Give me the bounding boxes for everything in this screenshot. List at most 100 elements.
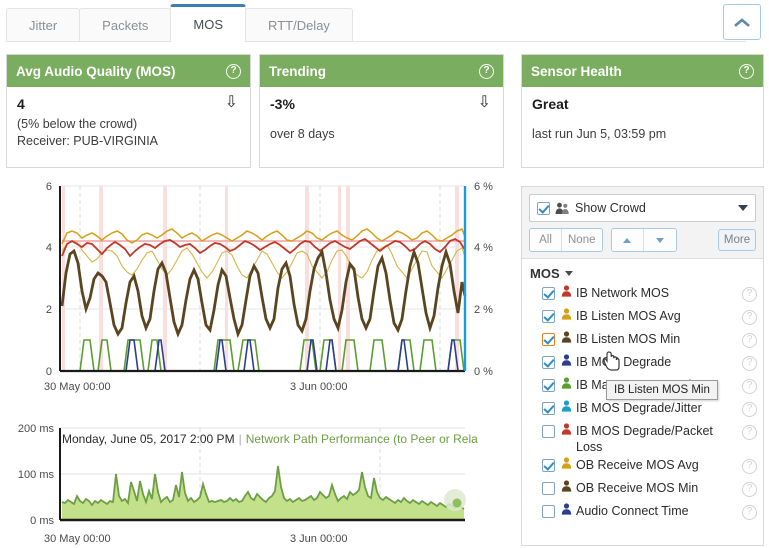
metric-checkbox[interactable]: [542, 379, 555, 392]
metric-row[interactable]: OB Receive MOS Min?: [542, 479, 757, 502]
person-icon: [561, 377, 572, 389]
metric-group-header[interactable]: MOS: [522, 259, 763, 284]
tab-jitter[interactable]: Jitter: [6, 8, 81, 42]
y-tick-200ms: 200 ms: [18, 423, 55, 435]
help-icon[interactable]: ?: [742, 459, 757, 474]
metric-label: OB Receive MOS Min: [576, 481, 699, 495]
hover-point-marker[interactable]: [452, 498, 462, 508]
card-title: Trending: [269, 63, 326, 79]
select-none-button[interactable]: None: [562, 229, 602, 251]
tab-packets[interactable]: Packets: [79, 8, 172, 42]
move-down-button[interactable]: [643, 229, 676, 251]
y-tick-100ms: 100 ms: [18, 469, 55, 481]
card-body: Great last run Jun 5, 03:59 pm: [522, 87, 763, 167]
metric-row[interactable]: OB Receive MOS Avg?: [542, 456, 757, 479]
chevron-down-icon[interactable]: [738, 205, 748, 211]
metric-checkbox[interactable]: [542, 402, 555, 415]
more-button[interactable]: More: [718, 229, 756, 251]
tab-packets-label: Packets: [102, 18, 149, 33]
card-title: Avg Audio Quality (MOS): [16, 63, 176, 79]
metrics-side-panel: Show Crowd All None More MOS IB Network …: [521, 186, 764, 546]
move-up-button[interactable]: [611, 229, 644, 251]
metric-row[interactable]: IB Listen MOS Avg?: [542, 307, 757, 330]
help-icon[interactable]: ?: [742, 310, 757, 325]
help-icon[interactable]: ?: [479, 63, 494, 79]
metric-checkbox[interactable]: [542, 310, 555, 323]
metric-row[interactable]: IB Network MOS?: [542, 284, 757, 307]
metric-checkbox[interactable]: [542, 287, 555, 300]
help-icon[interactable]: ?: [742, 287, 757, 302]
trend-down-arrow-icon: ⇩: [477, 94, 491, 111]
y-tick-0ms: 0 ms: [30, 515, 54, 527]
metric-label: OB Receive MOS Avg: [576, 458, 699, 472]
tab-bar: Jitter Packets MOS RTT/Delay: [0, 0, 769, 44]
caret-down-icon: [564, 271, 573, 276]
hover-separator: |: [238, 432, 242, 446]
person-icon: [561, 331, 572, 343]
help-icon[interactable]: ?: [742, 379, 757, 394]
tab-mos[interactable]: MOS: [170, 4, 247, 42]
y-tick-0: 0: [46, 366, 52, 378]
tab-list: Jitter Packets MOS RTT/Delay: [6, 4, 353, 42]
metric-row[interactable]: IB MOS Degrade?: [542, 353, 757, 376]
card-header: Avg Audio Quality (MOS) ?: [7, 55, 250, 87]
card-title: Sensor Health: [531, 63, 622, 79]
triangle-down-icon: [655, 237, 664, 243]
person-icon: [561, 400, 572, 412]
person-icon: [561, 457, 572, 469]
help-icon[interactable]: ?: [742, 482, 757, 497]
chart-plot-area: [59, 185, 467, 373]
help-icon[interactable]: ?: [742, 356, 757, 371]
y2-tick-6: 6 %: [474, 181, 493, 193]
metric-label: IB MOS Degrade: [576, 355, 672, 369]
card-value: Great: [532, 96, 569, 112]
metric-row[interactable]: IB MOS Degrade/Jitter?: [542, 399, 757, 422]
metric-checkbox[interactable]: [542, 482, 555, 495]
tab-bar-divider: [6, 41, 746, 42]
panel-button-row: All None More: [529, 228, 756, 252]
metric-checkbox[interactable]: [542, 505, 555, 518]
person-icon: [561, 480, 572, 492]
chevron-up-icon: [734, 17, 750, 27]
metric-checkbox[interactable]: [542, 356, 555, 369]
mos-time-series-chart[interactable]: 6 4 2 0 6 % 4 % 2 % 0 % 30 May 00:00 3 J…: [0, 178, 520, 396]
help-icon[interactable]: ?: [226, 63, 241, 79]
person-icon: [561, 503, 572, 515]
y2-tick-4: 4 %: [474, 242, 493, 254]
card-header: Trending ?: [260, 55, 503, 87]
metric-label: IB MOS Degrade/Packet Loss: [576, 424, 713, 454]
metric-list: IB Network MOS? IB Listen MOS Avg? IB List…: [522, 284, 763, 525]
select-all-button[interactable]: All: [530, 229, 562, 251]
help-icon[interactable]: ?: [742, 333, 757, 348]
card-value: 4: [17, 96, 25, 112]
metric-row[interactable]: IB MOS Degrade/Packet Loss?: [542, 422, 757, 456]
card-subtext-2: last run Jun 5, 03:59 pm: [532, 127, 667, 141]
metric-row[interactable]: IB Listen MOS Min?: [542, 330, 757, 353]
help-icon[interactable]: ?: [739, 63, 754, 79]
metric-label: Audio Connect Time: [576, 504, 689, 518]
person-icon: [561, 354, 572, 366]
hover-timestamp: Monday, June 05, 2017 2:00 PM: [62, 432, 235, 446]
metric-checkbox[interactable]: [542, 459, 555, 472]
card-body: ⇩ -3% over 8 days: [260, 87, 503, 167]
metric-row[interactable]: Audio Connect Time?: [542, 502, 757, 525]
collapse-panel-button[interactable]: [723, 4, 761, 40]
x-tick-2: 3 Jun 00:00: [290, 381, 348, 393]
show-crowd-dropdown[interactable]: Show Crowd: [529, 194, 756, 222]
tab-rtt-delay[interactable]: RTT/Delay: [245, 8, 353, 42]
person-icon: [561, 308, 572, 320]
help-icon[interactable]: ?: [742, 425, 757, 440]
move-updown-group: [610, 228, 677, 252]
help-icon[interactable]: ?: [742, 402, 757, 417]
metric-label: IB MOS Degrade/Jitter: [576, 401, 702, 415]
show-crowd-checkbox[interactable]: [537, 201, 550, 215]
card-subtext-2: Receiver: PUB-VIRGINIA: [17, 134, 159, 148]
select-all-none-group: All None: [529, 228, 603, 252]
metric-checkbox[interactable]: [542, 425, 555, 438]
card-header: Sensor Health ?: [522, 55, 763, 87]
help-icon[interactable]: ?: [742, 505, 757, 520]
metric-checkbox[interactable]: [542, 333, 555, 346]
metric-group-label: MOS: [530, 266, 560, 281]
tab-jitter-label: Jitter: [29, 18, 58, 33]
x-tick-1: 30 May 00:00: [44, 533, 111, 545]
